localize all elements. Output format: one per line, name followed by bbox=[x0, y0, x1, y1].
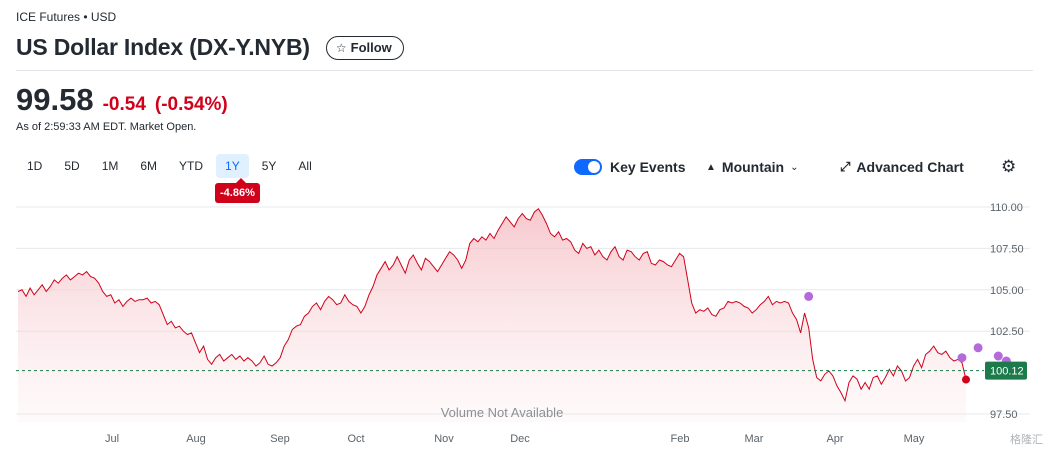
watermark-logo: 格隆汇 bbox=[1010, 434, 1043, 446]
chart-type-dropdown[interactable]: ▲ Mountain ⌄ bbox=[706, 156, 799, 178]
key-event-marker bbox=[993, 351, 1003, 361]
exchange-label: ICE Futures • USD bbox=[16, 10, 117, 24]
volume-note: Volume Not Available bbox=[441, 405, 564, 420]
range-5y[interactable]: 5Y bbox=[253, 154, 286, 178]
range-5d[interactable]: 5D bbox=[55, 154, 88, 178]
price-area bbox=[18, 208, 966, 422]
chevron-down-icon: ⌄ bbox=[790, 161, 799, 173]
range-all[interactable]: All bbox=[289, 154, 320, 178]
previous-close-tag-label: 100.12 bbox=[990, 366, 1024, 378]
key-events-toggle[interactable]: Key Events bbox=[574, 156, 685, 178]
header-divider bbox=[16, 70, 1033, 71]
title-row: US Dollar Index (DX-Y.NYB) ☆ Follow bbox=[16, 34, 404, 61]
x-tick-label: Aug bbox=[186, 433, 206, 445]
page-title: US Dollar Index (DX-Y.NYB) bbox=[16, 34, 310, 60]
y-tick-label: 97.50 bbox=[990, 409, 1018, 421]
y-tick-label: 110.00 bbox=[990, 202, 1023, 214]
x-tick-label: Dec bbox=[510, 433, 530, 445]
range-ytd[interactable]: YTD bbox=[170, 154, 212, 178]
range-1m[interactable]: 1M bbox=[93, 154, 128, 178]
x-tick-label: Apr bbox=[826, 433, 843, 445]
x-tick-label: May bbox=[904, 433, 925, 445]
x-axis-ticks: Jul Aug Sep Oct Nov Dec Feb Mar Apr May bbox=[105, 433, 925, 445]
previous-close-tag: 100.12 bbox=[985, 361, 1027, 380]
key-events-markers bbox=[804, 291, 1011, 366]
key-event-marker bbox=[957, 353, 967, 363]
price-change: -0.54 bbox=[102, 94, 146, 115]
gear-icon[interactable]: ⚙ bbox=[1001, 156, 1016, 178]
range-6m[interactable]: 6M bbox=[131, 154, 166, 178]
price-row: 99.58 -0.54 (-0.54%) bbox=[16, 82, 228, 118]
y-tick-label: 107.50 bbox=[990, 243, 1024, 255]
advanced-chart-button[interactable]: ⤢ Advanced Chart bbox=[840, 156, 964, 178]
y-tick-label: 105.00 bbox=[990, 285, 1024, 297]
chart-type-label: Mountain bbox=[721, 159, 785, 175]
x-tick-label: Mar bbox=[745, 433, 764, 445]
current-price: 99.58 bbox=[16, 82, 94, 117]
x-tick-label: Jul bbox=[105, 433, 119, 445]
key-event-marker bbox=[973, 343, 983, 353]
last-price-dot bbox=[962, 375, 970, 384]
follow-button[interactable]: ☆ Follow bbox=[325, 35, 404, 60]
star-icon: ☆ bbox=[335, 40, 347, 55]
expand-arrows-icon: ⤢ bbox=[840, 159, 851, 174]
x-tick-label: Oct bbox=[347, 433, 364, 445]
range-1d[interactable]: 1D bbox=[18, 154, 51, 178]
key-events-label: Key Events bbox=[610, 159, 686, 175]
range-1y[interactable]: 1Y bbox=[216, 154, 249, 178]
y-tick-label: 102.50 bbox=[990, 326, 1024, 338]
as-of-timestamp: As of 2:59:33 AM EDT. Market Open. bbox=[16, 121, 197, 133]
x-tick-label: Nov bbox=[434, 433, 454, 445]
price-change-percent: (-0.54%) bbox=[154, 94, 228, 115]
mountain-icon: ▲ bbox=[706, 161, 716, 173]
range-selector: 1D 5D 1M 6M YTD 1Y 5Y All bbox=[18, 154, 325, 178]
y-axis-ticks: 110.00 107.50 105.00 102.50 97.50 bbox=[990, 202, 1024, 421]
x-tick-label: Feb bbox=[671, 433, 690, 445]
follow-label: Follow bbox=[350, 40, 392, 55]
key-event-marker bbox=[804, 291, 814, 301]
advanced-chart-label: Advanced Chart bbox=[856, 159, 964, 175]
x-tick-label: Sep bbox=[270, 433, 290, 445]
price-chart[interactable]: 100.12 110.00 107.50 105.00 102.50 97.50 Jul… bbox=[0, 190, 1049, 451]
toggle-switch[interactable] bbox=[574, 159, 602, 175]
